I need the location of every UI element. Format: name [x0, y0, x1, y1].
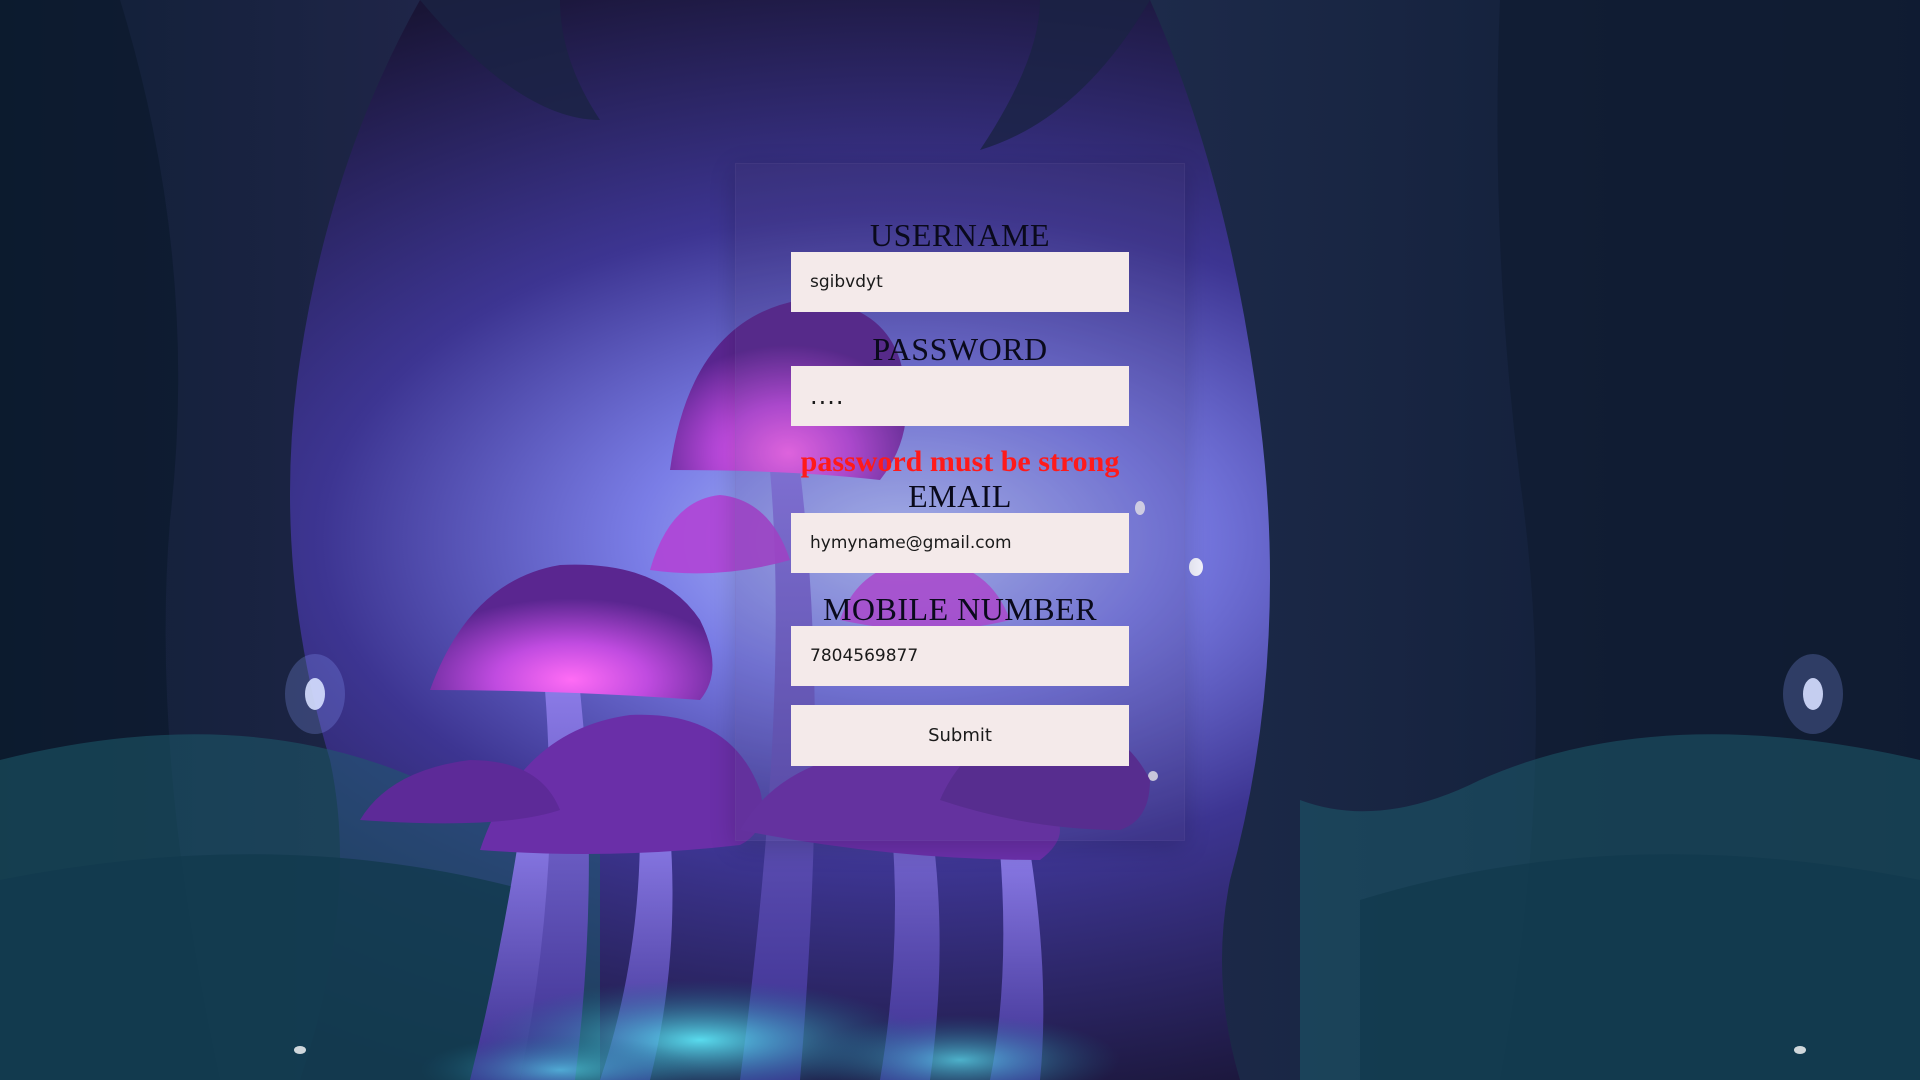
submit-button[interactable]: Submit — [791, 705, 1129, 766]
email-input[interactable] — [791, 513, 1129, 573]
password-label: PASSWORD — [872, 331, 1048, 367]
email-label: EMAIL — [908, 478, 1012, 514]
password-input[interactable] — [791, 366, 1129, 426]
mobile-number-label: MOBILE NUMBER — [822, 591, 1098, 627]
username-input[interactable] — [791, 252, 1129, 312]
mobile-number-input[interactable] — [791, 626, 1129, 686]
username-label: USERNAME — [869, 217, 1050, 253]
password-error-message: password must be strong — [800, 445, 1120, 478]
